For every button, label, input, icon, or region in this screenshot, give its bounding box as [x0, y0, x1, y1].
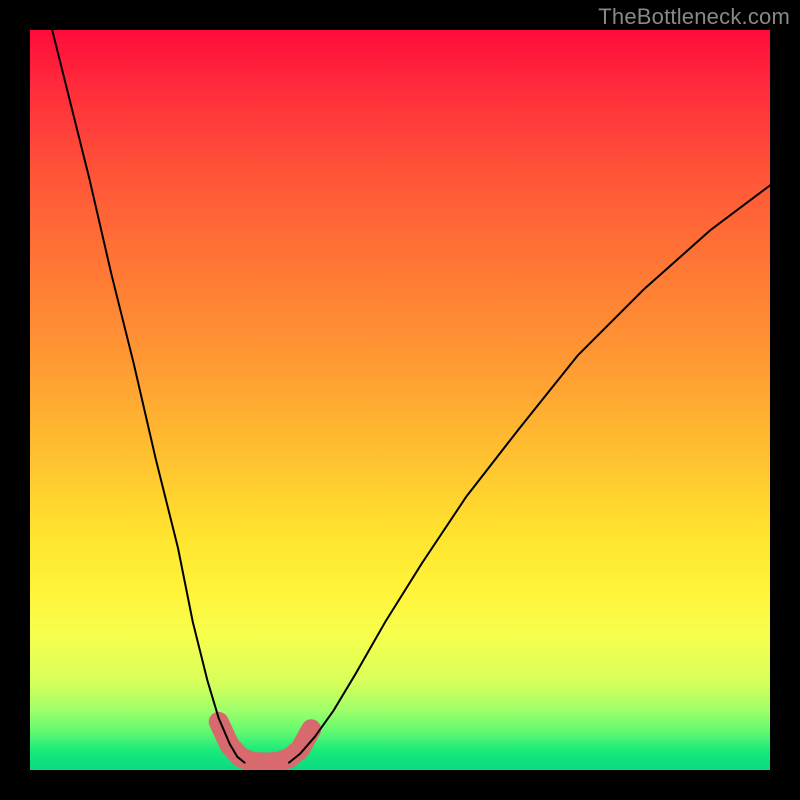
- chart-svg: [30, 30, 770, 770]
- plot-area: [30, 30, 770, 770]
- watermark-text: TheBottleneck.com: [598, 4, 790, 30]
- left-branch-path: [52, 30, 244, 763]
- chart-frame: TheBottleneck.com: [0, 0, 800, 800]
- right-branch-path: [289, 185, 770, 762]
